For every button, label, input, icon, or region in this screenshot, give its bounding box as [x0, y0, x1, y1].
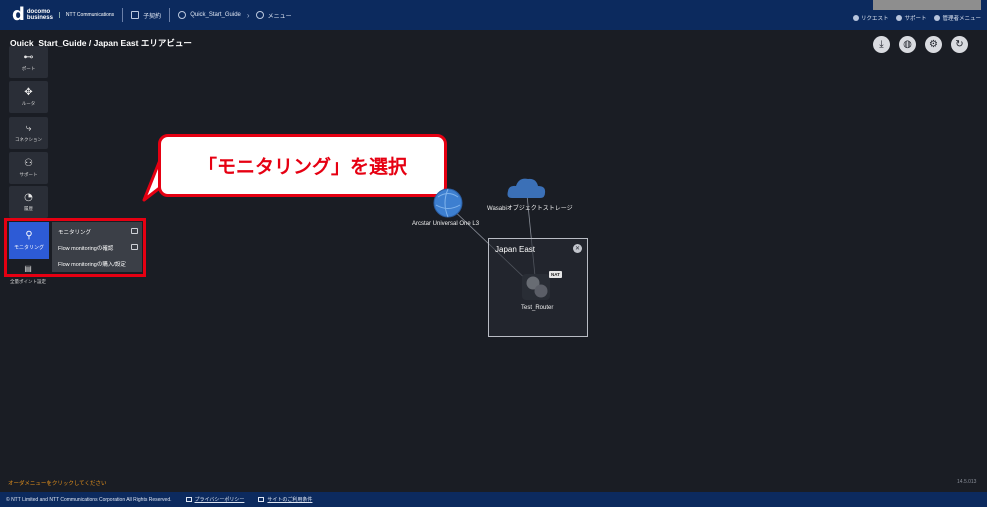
close-icon[interactable]: ✕ [573, 244, 582, 253]
footer-bar: © NTT Limited and NTT Communications Cor… [0, 492, 987, 507]
privacy-policy-link[interactable]: プライバシーポリシー [185, 496, 244, 503]
region-japan-east[interactable]: Japan East ✕ [488, 238, 588, 337]
external-link-icon [185, 497, 192, 502]
node-label-router[interactable]: Test_Router [521, 305, 553, 311]
version-label: 14.5.013 [957, 479, 977, 485]
external-link-icon [258, 497, 265, 502]
cloud-icon [507, 178, 546, 198]
copyright: © NTT Limited and NTT Communications Cor… [6, 496, 172, 503]
order-menu-hint: オーダメニューをクリックしてください [8, 481, 107, 487]
node-label-wasabi[interactable]: Wasabiオブジェクトストレージ [487, 203, 573, 212]
node-label-arcstar[interactable]: Arcstar Universal One L3 [412, 221, 479, 227]
region-title: Japan East [495, 245, 536, 254]
nat-badge: NAT [549, 271, 562, 278]
terms-link[interactable]: サイトのご利用条件 [258, 496, 312, 503]
